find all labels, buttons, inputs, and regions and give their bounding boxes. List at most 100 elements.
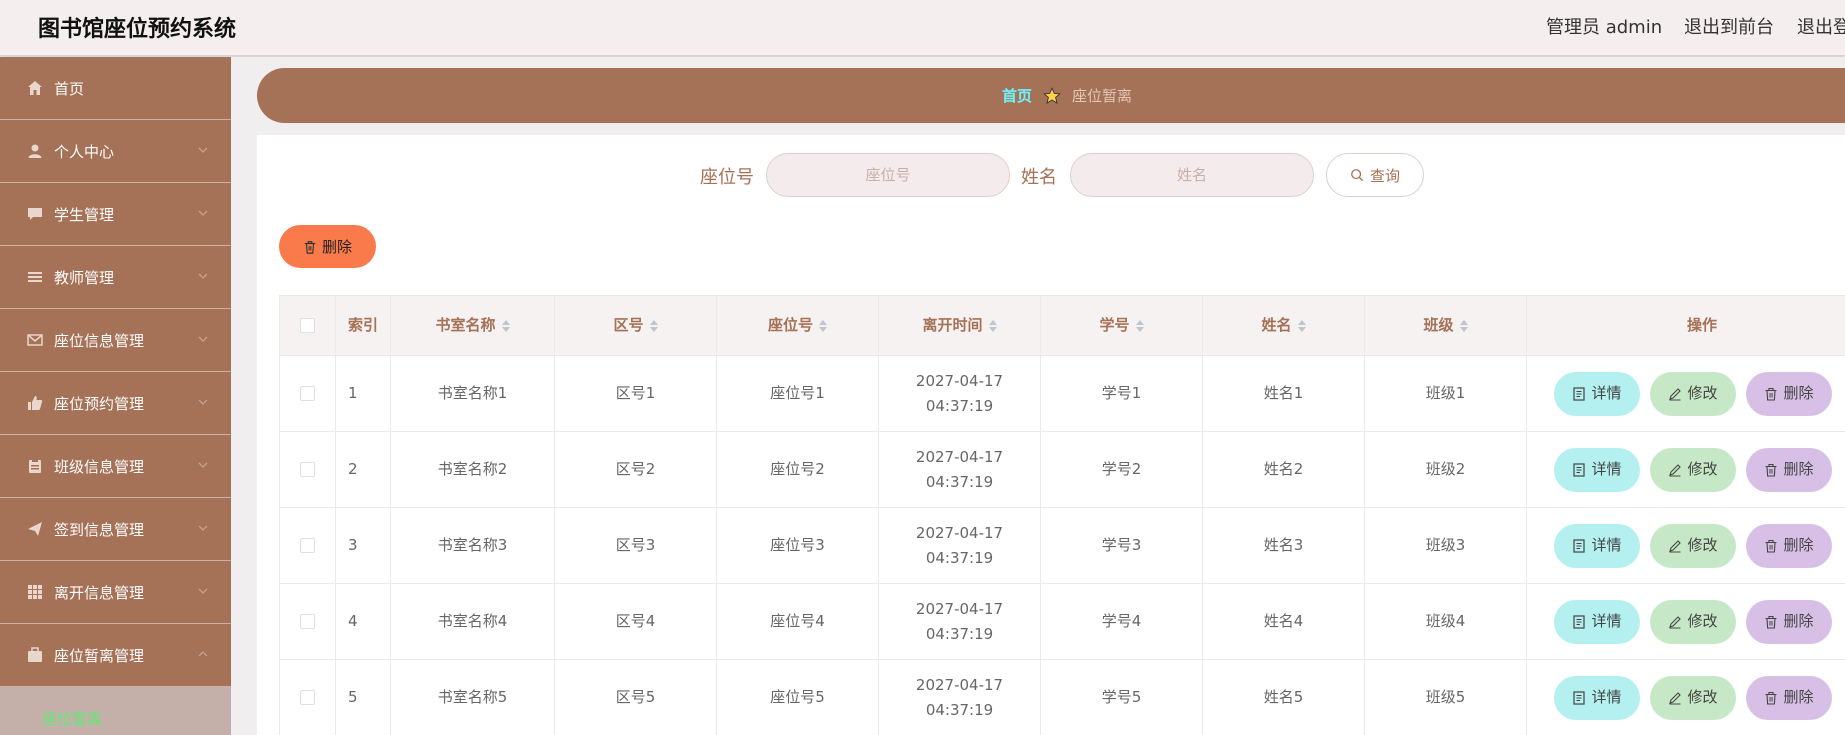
star-icon <box>1042 86 1062 106</box>
home-icon <box>26 79 44 97</box>
cell-seat-number: 座位号2 <box>716 432 878 507</box>
sidebar-item-seat-reservation[interactable]: 座位预约管理 <box>0 372 231 435</box>
query-button[interactable]: 查询 <box>1326 153 1424 197</box>
sort-icon[interactable] <box>819 319 827 332</box>
batch-delete-button[interactable]: 删除 <box>279 225 376 268</box>
edit-button-label: 修改 <box>1687 612 1718 630</box>
sidebar-item-label: 首页 <box>54 79 85 98</box>
detail-button[interactable]: 详情 <box>1554 599 1640 644</box>
column-header-area[interactable]: 区号 <box>554 296 716 355</box>
edit-button-label: 修改 <box>1687 536 1718 554</box>
row-checkbox[interactable] <box>300 538 315 553</box>
sidebar-item-seat-info[interactable]: 座位信息管理 <box>0 309 231 372</box>
edit-button[interactable]: 修改 <box>1650 599 1736 644</box>
cell-name: 姓名2 <box>1202 432 1364 507</box>
sidebar-item-students[interactable]: 学生管理 <box>0 183 231 246</box>
sidebar-item-leave-info[interactable]: 离开信息管理 <box>0 561 231 624</box>
sort-icon[interactable] <box>649 319 658 332</box>
exit-to-front-link[interactable]: 退出到前台 <box>1684 13 1774 39</box>
delete-button[interactable]: 删除 <box>1746 599 1832 644</box>
delete-button[interactable]: 删除 <box>1746 371 1832 416</box>
document-icon <box>1573 538 1586 553</box>
delete-button[interactable]: 删除 <box>1746 675 1832 720</box>
pencil-icon <box>1669 691 1682 705</box>
document-icon <box>1573 690 1586 705</box>
briefcase-icon <box>26 646 44 664</box>
cell-name: 姓名5 <box>1202 660 1364 735</box>
column-header-label: 姓名 <box>1261 316 1292 334</box>
column-header-class[interactable]: 班级 <box>1364 296 1526 355</box>
row-checkbox[interactable] <box>300 386 315 401</box>
sidebar-subitem-seat-away[interactable]: 座位暂离 <box>0 687 231 735</box>
table-row: 3 书室名称3 区号3 座位号3 2027-04-17 04:37:19 学号3… <box>279 508 1845 584</box>
cell-actions: 详情 修改 删除 <box>1526 508 1845 583</box>
detail-button[interactable]: 详情 <box>1554 447 1640 492</box>
column-header-seat-number[interactable]: 座位号 <box>716 296 878 355</box>
cell-index: 5 <box>335 660 390 735</box>
chevron-down-icon <box>198 525 208 531</box>
sort-icon[interactable] <box>1459 319 1468 332</box>
detail-button[interactable]: 详情 <box>1554 675 1640 720</box>
cell-name: 姓名4 <box>1202 584 1364 659</box>
column-header-label: 区号 <box>613 316 644 334</box>
sidebar-item-home[interactable]: 首页 <box>0 57 231 120</box>
column-header-label: 班级 <box>1423 316 1454 334</box>
sidebar-item-personal-center[interactable]: 个人中心 <box>0 120 231 183</box>
chevron-down-icon <box>198 462 208 468</box>
cell-leave-time: 2027-04-17 04:37:19 <box>878 584 1040 659</box>
edit-button[interactable]: 修改 <box>1650 447 1736 492</box>
select-all-checkbox[interactable] <box>300 318 315 333</box>
detail-button[interactable]: 详情 <box>1554 523 1640 568</box>
breadcrumb-home[interactable]: 首页 <box>1002 85 1032 106</box>
delete-button-label: 删除 <box>1783 536 1814 554</box>
name-input[interactable] <box>1070 153 1314 197</box>
cell-index: 3 <box>335 508 390 583</box>
trash-icon <box>1765 615 1777 629</box>
delete-button[interactable]: 删除 <box>1746 523 1832 568</box>
delete-button-label: 删除 <box>1783 688 1814 706</box>
sort-icon[interactable] <box>1297 319 1306 332</box>
grid-icon <box>26 583 44 601</box>
cell-leave-time: 2027-04-17 04:37:19 <box>878 660 1040 735</box>
user-icon <box>26 142 44 160</box>
logout-link[interactable]: 退出登录 <box>1797 13 1845 39</box>
sidebar-item-seat-away[interactable]: 座位暂离管理 <box>0 624 231 687</box>
content-panel: 座位号 姓名 查询 删除 索引 书室名称 区号 座位号 离开时间 学号 姓名 <box>257 135 1845 735</box>
sidebar-item-label: 离开信息管理 <box>54 583 145 602</box>
cell-student-id: 学号4 <box>1040 584 1202 659</box>
query-button-label: 查询 <box>1369 166 1400 185</box>
sidebar-item-checkin-info[interactable]: 签到信息管理 <box>0 498 231 561</box>
cell-index: 1 <box>335 356 390 431</box>
sort-icon[interactable] <box>988 319 997 332</box>
row-checkbox[interactable] <box>300 614 315 629</box>
search-icon <box>1351 169 1364 182</box>
column-header-name[interactable]: 姓名 <box>1202 296 1364 355</box>
data-table: 索引 书室名称 区号 座位号 离开时间 学号 姓名 班级 操作 1 书室名称1 … <box>279 295 1845 735</box>
pencil-icon <box>1669 539 1682 553</box>
cell-area: 区号4 <box>554 584 716 659</box>
column-header-actions: 操作 <box>1526 296 1845 355</box>
detail-button[interactable]: 详情 <box>1554 371 1640 416</box>
edit-button[interactable]: 修改 <box>1650 675 1736 720</box>
cell-index: 2 <box>335 432 390 507</box>
column-header-room-name[interactable]: 书室名称 <box>390 296 554 355</box>
row-checkbox[interactable] <box>300 690 315 705</box>
sidebar-item-teachers[interactable]: 教师管理 <box>0 246 231 309</box>
seat-number-input[interactable] <box>766 153 1010 197</box>
edit-button-label: 修改 <box>1687 460 1718 478</box>
sidebar-item-label: 教师管理 <box>54 268 115 287</box>
sort-icon[interactable] <box>1135 319 1144 332</box>
sidebar-item-class-info[interactable]: 班级信息管理 <box>0 435 231 498</box>
row-checkbox[interactable] <box>300 462 315 477</box>
sidebar-item-label: 个人中心 <box>54 142 115 161</box>
edit-button-label: 修改 <box>1687 688 1718 706</box>
column-header-leave-time[interactable]: 离开时间 <box>878 296 1040 355</box>
delete-button[interactable]: 删除 <box>1746 447 1832 492</box>
edit-button[interactable]: 修改 <box>1650 523 1736 568</box>
seat-number-label: 座位号 <box>700 167 754 188</box>
edit-button[interactable]: 修改 <box>1650 371 1736 416</box>
pencil-icon <box>1669 387 1682 401</box>
column-header-student-id[interactable]: 学号 <box>1040 296 1202 355</box>
breadcrumb-current: 座位暂离 <box>1072 87 1133 105</box>
sort-icon[interactable] <box>501 319 510 332</box>
